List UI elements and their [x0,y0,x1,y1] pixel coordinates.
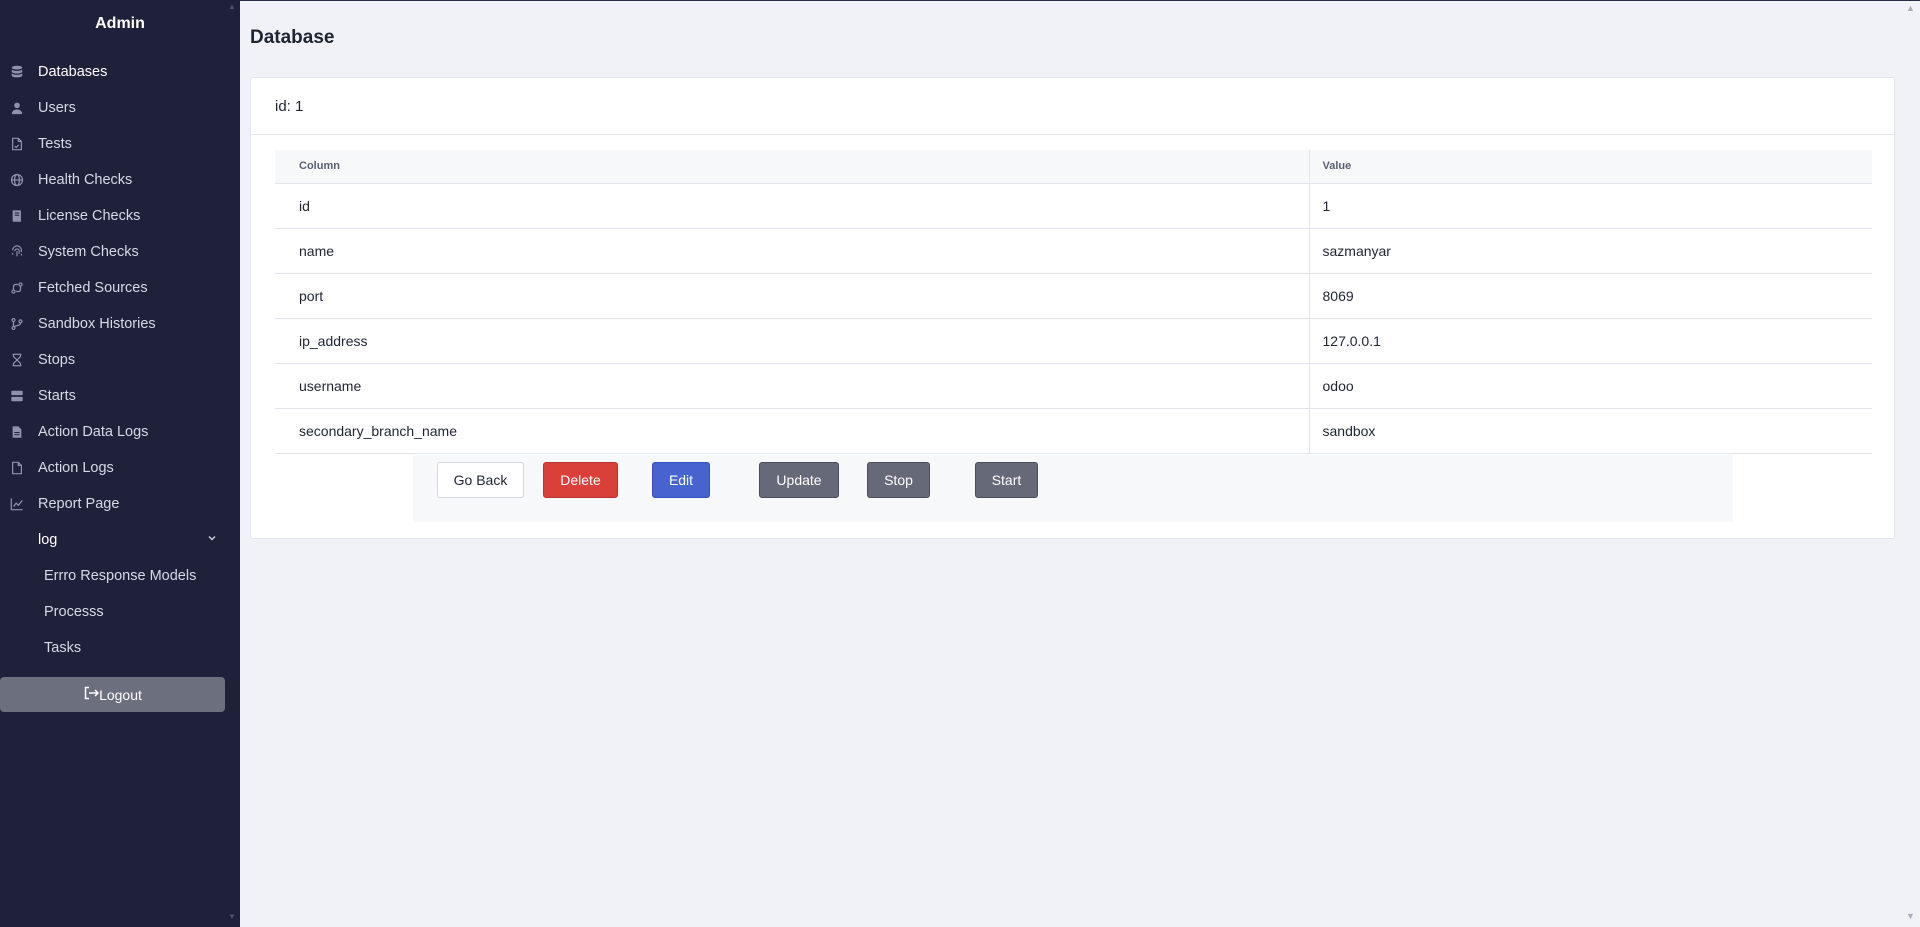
logout-button[interactable]: Logout [0,677,225,712]
sidebar-item-action-data-logs[interactable]: Action Data Logs [0,414,240,450]
detail-card: id: 1 Column Value id 1 name sazmanyar p… [250,77,1895,539]
table-row: name sazmanyar [275,228,1872,274]
update-button[interactable]: Update [759,462,839,498]
sidebar-item-license-checks[interactable]: License Checks [0,198,240,234]
start-button[interactable]: Start [975,462,1038,498]
row-value: 127.0.0.1 [1308,318,1872,364]
stop-button[interactable]: Stop [867,462,930,498]
row-value: 1 [1308,183,1872,229]
sidebar-item-label: Stops [38,352,76,368]
brand-title: Admin [95,15,145,32]
sidebar-item-system-checks[interactable]: System Checks [0,234,240,270]
sidebar-item-label: License Checks [38,208,141,224]
row-value: odoo [1308,363,1872,409]
row-key: port [275,273,1309,319]
sidebar-item-label: System Checks [38,244,139,260]
sidebar-item-starts[interactable]: Starts [0,378,240,414]
table-header-row: Column Value [275,150,1872,184]
sidebar-item-health-checks[interactable]: Health Checks [0,162,240,198]
sidebar-subitem-errro-response-models[interactable]: Errro Response Models [0,558,240,594]
row-value: sandbox [1308,408,1872,454]
row-key: secondary_branch_name [275,408,1309,454]
row-key: id [275,183,1309,229]
card-header: id: 1 [251,78,1894,135]
sidebar: Admin Databases Users Tests Health Check… [0,0,240,927]
sidebar-item-databases[interactable]: Databases [0,54,240,90]
globe-icon [10,173,24,187]
sidebar-group-label: log [38,532,58,548]
table-row: ip_address 127.0.0.1 [275,318,1872,364]
database-icon [10,65,24,79]
fingerprint-icon [10,245,24,259]
row-key: name [275,228,1309,274]
table-row: username odoo [275,363,1872,409]
detail-table: Column Value id 1 name sazmanyar port 80… [275,150,1872,454]
sidebar-group-log[interactable]: log [0,522,240,558]
sidebar-item-action-logs[interactable]: Action Logs [0,450,240,486]
sidebar-item-tests[interactable]: Tests [0,126,240,162]
git-compare-icon [10,281,24,295]
sidebar-item-label: Starts [38,388,76,404]
sidebar-scroll-up-arrow[interactable]: ▲ [228,3,236,11]
server-icon [10,389,24,403]
sidebar-item-label: Fetched Sources [38,280,148,296]
user-icon [10,101,24,115]
sidebar-item-report-page[interactable]: Report Page [0,486,240,522]
row-value: 8069 [1308,273,1872,319]
sidebar-item-label: Report Page [38,496,120,512]
column-header-value: Value [1308,150,1872,184]
detail-table-wrapper: Column Value id 1 name sazmanyar port 80… [275,150,1872,454]
logout-label: Logout [99,686,142,703]
sidebar-item-stops[interactable]: Stops [0,342,240,378]
sidebar-subitem-tasks[interactable]: Tasks [0,630,240,666]
page-scroll-up-arrow[interactable]: ▲ [1906,4,1916,13]
sidebar-item-users[interactable]: Users [0,90,240,126]
file-text-icon [10,425,24,439]
chevron-down-icon [206,532,218,548]
sidebar-scroll-down-arrow[interactable]: ▼ [228,913,236,921]
main-content: Database id: 1 Column Value id 1 name sa… [240,0,1920,927]
sidebar-item-label: Health Checks [38,172,133,188]
sidebar-item-label: Tests [38,136,72,152]
table-row: id 1 [275,183,1872,229]
logout-icon [83,686,100,703]
sidebar-item-fetched-sources[interactable]: Fetched Sources [0,270,240,306]
sidebar-item-label: Users [38,100,76,116]
page-scroll-down-arrow[interactable]: ▼ [1906,912,1916,921]
file-icon [10,137,24,151]
page-title: Database [250,27,335,48]
file-icon [10,461,24,475]
sidebar-item-label: Action Data Logs [38,424,149,440]
sidebar-item-label: Sandbox Histories [38,316,156,332]
sidebar-nav: Databases Users Tests Health Checks Lice… [0,54,240,666]
sidebar-subitem-label: Errro Response Models [44,568,197,584]
row-value: sazmanyar [1308,228,1872,274]
hourglass-icon [10,353,24,367]
sidebar-item-label: Databases [38,64,108,80]
table-row: port 8069 [275,273,1872,319]
table-row: secondary_branch_name sandbox [275,408,1872,454]
action-bar: Go Back Delete Edit Update Stop Start [413,455,1733,522]
sidebar-item-label: Action Logs [38,460,114,476]
delete-button[interactable]: Delete [543,462,618,498]
edit-button[interactable]: Edit [652,462,710,498]
sidebar-subitem-processs[interactable]: Processs [0,594,240,630]
git-branch-icon [10,317,24,331]
go-back-button[interactable]: Go Back [437,462,524,498]
sidebar-item-sandbox-histories[interactable]: Sandbox Histories [0,306,240,342]
book-icon [10,209,24,223]
column-header-column: Column [275,150,1309,184]
sidebar-subitem-label: Processs [44,604,104,620]
row-key: username [275,363,1309,409]
sidebar-subitem-label: Tasks [44,640,82,656]
chart-line-icon [10,497,24,511]
row-key: ip_address [275,318,1309,364]
